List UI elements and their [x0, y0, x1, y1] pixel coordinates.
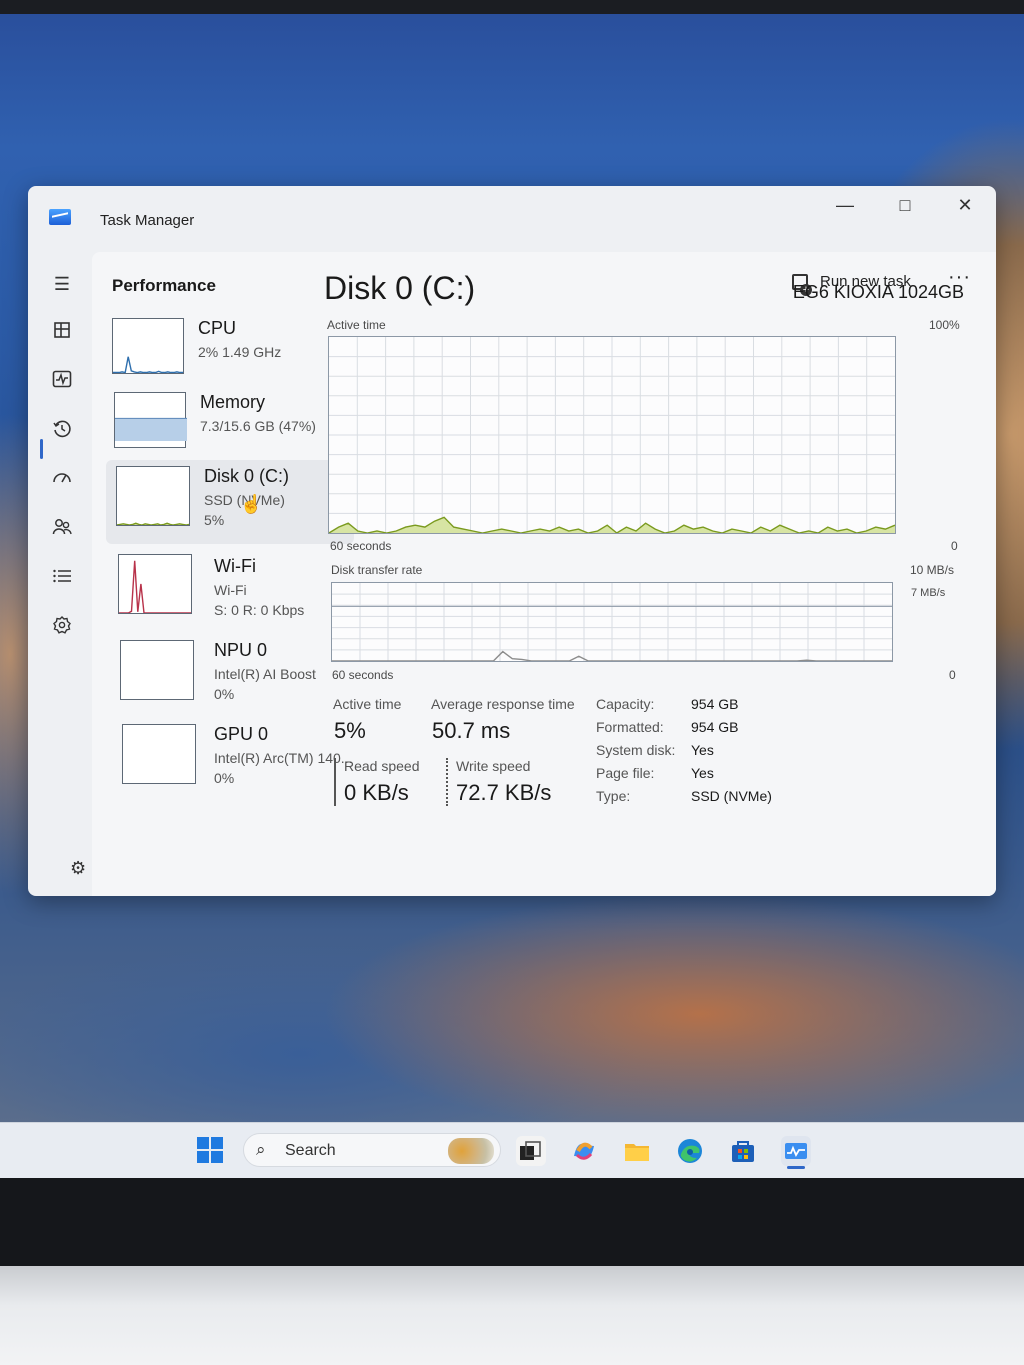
- property-value: SSD (NVMe): [691, 788, 772, 804]
- resource-name: Memory: [200, 392, 266, 412]
- microsoft-store-icon[interactable]: [728, 1136, 758, 1166]
- startup-apps-icon[interactable]: [50, 468, 74, 492]
- nav-rail: ☰: [28, 252, 92, 896]
- property-key: Type:: [596, 788, 631, 804]
- resource-item-disk[interactable]: Disk 0 (C:) SSD (NVMe) 5%: [106, 460, 354, 544]
- resource-name: Wi-Fi: [214, 556, 256, 576]
- resource-name: CPU: [198, 318, 237, 338]
- details-icon[interactable]: [50, 566, 74, 590]
- memory-thumb-fill: [115, 418, 187, 441]
- active-time-stat-label: Active time: [333, 696, 402, 712]
- window-title: Task Manager: [100, 212, 195, 229]
- transfer-axis-right: 0: [949, 668, 956, 682]
- settings-gear-icon[interactable]: ⚙: [70, 858, 86, 879]
- transfer-rate-graph: [331, 582, 893, 662]
- property-value: 954 GB: [691, 696, 739, 712]
- active-time-graph: [328, 336, 896, 534]
- nav-selection-indicator: [40, 439, 43, 459]
- hand-pointer-cursor-icon: ☝: [240, 494, 263, 514]
- property-key: Capacity:: [596, 696, 655, 712]
- transfer-graph-max: 10 MB/s: [910, 563, 955, 577]
- file-explorer-icon[interactable]: [622, 1136, 652, 1166]
- resource-usage: 0%: [214, 686, 235, 702]
- task-manager-window: Task Manager — □ ✕ ☰ ⚙ Performance + Run…: [28, 186, 996, 896]
- minimize-button[interactable]: —: [818, 190, 872, 220]
- active-time-stat-value: 5%: [334, 718, 366, 743]
- edge-browser-icon[interactable]: [675, 1136, 705, 1166]
- resource-item-wifi[interactable]: Wi-Fi Wi-Fi S: 0 R: 0 Kbps: [112, 548, 362, 628]
- memory-thumbnail-graph: [114, 392, 187, 448]
- property-key: Page file:: [596, 765, 655, 781]
- wifi-thumb-line: [119, 560, 191, 614]
- wifi-thumbnail-graph: [118, 554, 192, 614]
- resource-detail: Intel(R) AI Boost: [214, 666, 316, 682]
- property-key: Formatted:: [596, 719, 664, 735]
- disk-title: Disk 0 (C:): [324, 270, 476, 306]
- transfer-axis-left: 60 seconds: [332, 668, 394, 682]
- write-speed-label: Write speed: [456, 758, 531, 774]
- resource-name: Disk 0 (C:): [204, 466, 289, 486]
- transfer-graph-label: Disk transfer rate: [331, 563, 423, 577]
- npu-thumbnail-graph: [120, 640, 194, 700]
- search-highlight-image: [448, 1138, 494, 1164]
- close-button[interactable]: ✕: [938, 190, 992, 220]
- resource-detail: 7.3/15.6 GB (47%): [200, 418, 316, 434]
- resource-item-cpu[interactable]: CPU 2% 1.49 GHz: [106, 312, 356, 392]
- property-key: System disk:: [596, 742, 676, 758]
- property-value: Yes: [691, 742, 714, 758]
- cpu-thumb-line: [113, 356, 183, 374]
- property-value: 954 GB: [691, 719, 739, 735]
- active-app-indicator: [787, 1166, 805, 1169]
- active-time-axis-right: 0: [951, 539, 958, 553]
- gpu-thumbnail-graph: [122, 724, 196, 784]
- active-time-graph-label: Active time: [327, 318, 386, 332]
- start-button[interactable]: [197, 1137, 223, 1163]
- laptop-chassis: [0, 1266, 1024, 1365]
- copilot-icon[interactable]: [569, 1136, 599, 1166]
- performance-icon[interactable]: [50, 370, 74, 394]
- services-icon[interactable]: [50, 615, 74, 639]
- transfer-graph-inner-scale: 7 MB/s: [911, 587, 946, 599]
- write-speed-divider: [446, 758, 448, 806]
- search-icon: ⌕: [256, 1140, 266, 1159]
- disk-thumb-line: [116, 522, 190, 526]
- resource-detail: Wi-Fi: [214, 582, 247, 598]
- response-time-value: 50.7 ms: [432, 718, 511, 743]
- resource-detail: 2% 1.49 GHz: [198, 344, 282, 360]
- resource-usage: 0%: [214, 770, 235, 786]
- response-time-label: Average response time: [431, 696, 575, 712]
- read-speed-value: 0 KB/s: [344, 780, 409, 805]
- disk-thumbnail-graph: [116, 466, 190, 526]
- resource-usage: S: 0 R: 0 Kbps: [214, 602, 305, 618]
- active-time-axis-left: 60 seconds: [330, 539, 392, 553]
- write-speed-value: 72.7 KB/s: [456, 780, 552, 805]
- cpu-thumbnail-graph: [112, 318, 184, 374]
- read-speed-divider: [334, 758, 336, 806]
- search-label: Search: [285, 1142, 336, 1159]
- resource-name: GPU 0: [214, 724, 269, 744]
- page-title: Performance: [112, 276, 216, 295]
- maximize-button[interactable]: □: [878, 190, 932, 220]
- taskbar: [0, 1122, 1024, 1179]
- task-manager-icon: [49, 209, 71, 225]
- users-icon[interactable]: [50, 517, 74, 541]
- app-history-icon[interactable]: [50, 419, 74, 443]
- performance-panel: Performance Run new task ··· CPU 2% 1.49…: [92, 252, 996, 896]
- resource-item-npu[interactable]: NPU 0 Intel(R) AI Boost 0%: [114, 634, 364, 714]
- property-value: Yes: [691, 765, 714, 781]
- task-view-icon[interactable]: [516, 1136, 546, 1166]
- resource-usage: 5%: [204, 512, 225, 528]
- resource-item-memory[interactable]: Memory 7.3/15.6 GB (47%): [108, 386, 358, 466]
- active-time-graph-max: 100%: [929, 318, 960, 332]
- screen-bezel-bottom: [0, 1178, 1024, 1270]
- resource-name: NPU 0: [214, 640, 268, 660]
- resource-item-gpu[interactable]: GPU 0 Intel(R) Arc(TM) 140... 0%: [116, 718, 366, 798]
- hamburger-menu-icon[interactable]: ☰: [50, 272, 74, 296]
- taskbar-search-box[interactable]: ⌕ Search: [243, 1133, 501, 1167]
- processes-icon[interactable]: [50, 321, 74, 345]
- resource-detail: Intel(R) Arc(TM) 140...: [214, 750, 353, 766]
- disk-model: EG6 KIOXIA 1024GB: [792, 282, 964, 302]
- read-speed-label: Read speed: [344, 758, 420, 774]
- task-manager-taskbar-icon[interactable]: [781, 1136, 811, 1166]
